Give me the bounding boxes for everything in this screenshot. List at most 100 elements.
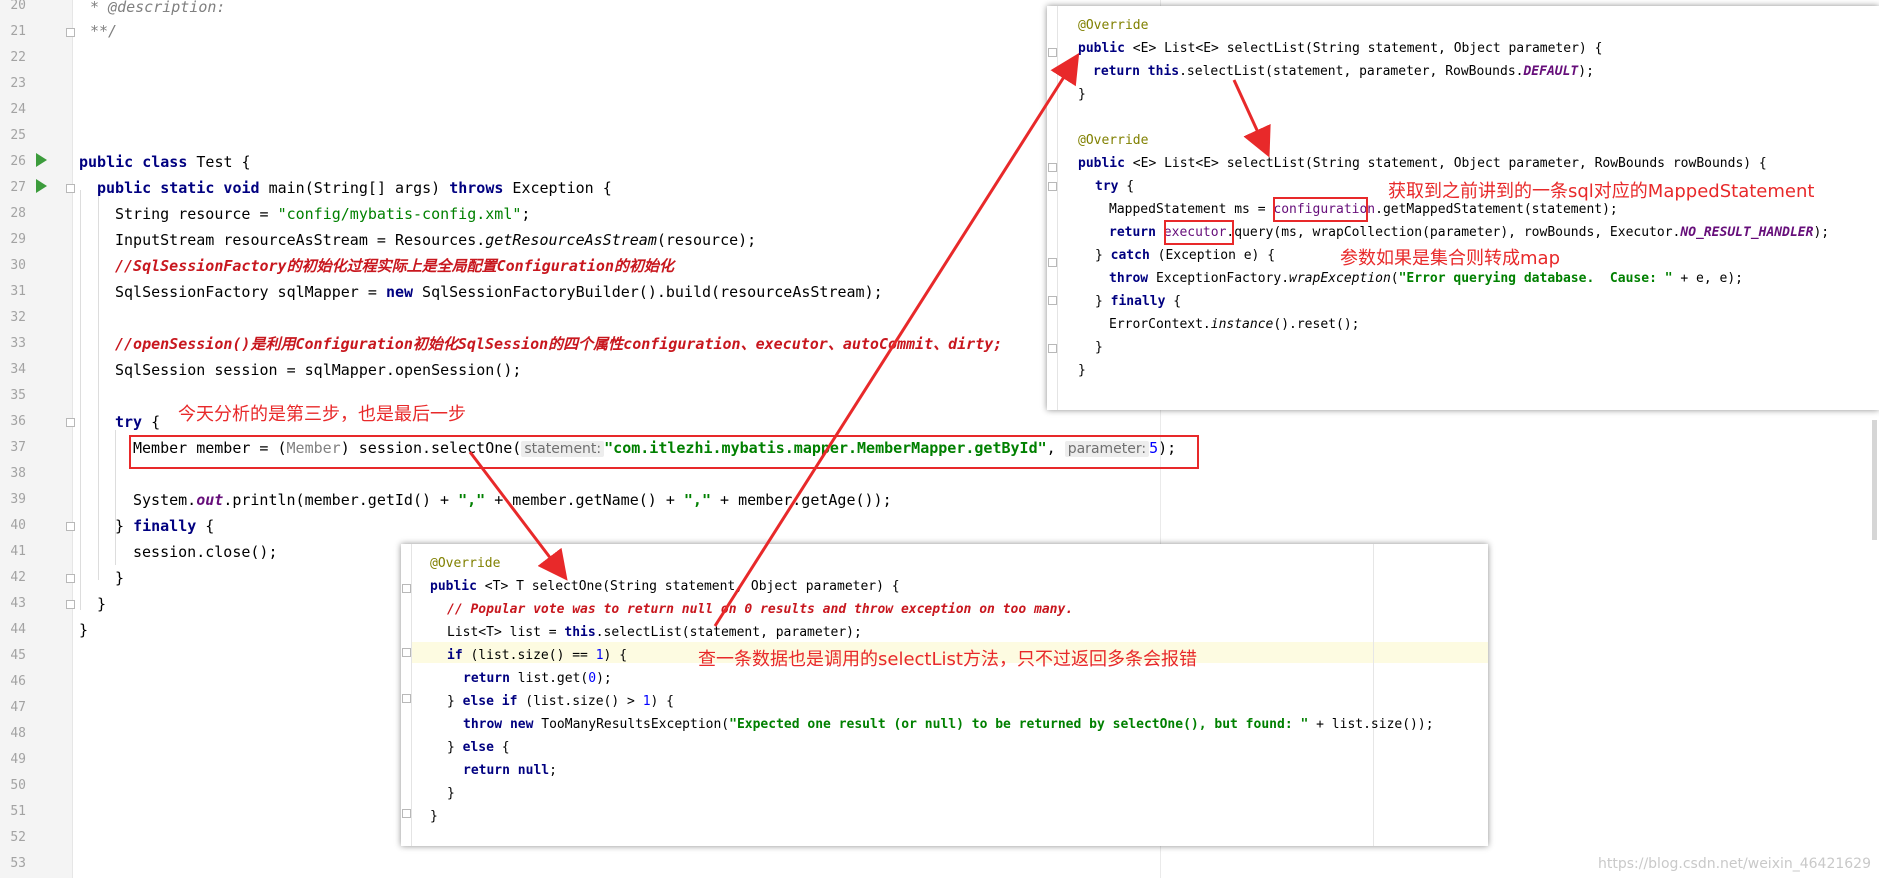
line-number: 28 xyxy=(10,206,26,221)
selectone-popup: @Override public <T> T selectOne(String … xyxy=(401,544,1488,846)
code-line: ErrorContext.instance().reset(); xyxy=(1109,317,1360,332)
line-number: 44 xyxy=(10,622,26,637)
code-line: return null; xyxy=(463,763,557,778)
code-line: } finally { xyxy=(1095,294,1182,309)
fold-icon[interactable] xyxy=(66,184,75,193)
code-line: @Override xyxy=(1078,133,1149,148)
code-line: } xyxy=(1078,87,1086,102)
code-line: //openSession()是利用Configuration初始化SqlSes… xyxy=(115,335,1003,353)
fold-icon[interactable] xyxy=(1048,182,1057,191)
fold-icon[interactable] xyxy=(1048,163,1057,172)
fold-icon[interactable] xyxy=(66,28,75,37)
code-line: } finally { xyxy=(115,517,215,535)
code-line: InputStream resourceAsStream = Resources… xyxy=(115,231,757,249)
line-number: 34 xyxy=(10,362,26,377)
line-number: 23 xyxy=(10,76,26,91)
code-line: try { xyxy=(115,413,161,431)
code-line: } xyxy=(79,621,89,639)
fold-icon[interactable] xyxy=(402,584,411,593)
collection-note: 参数如果是集合则转成map xyxy=(1340,248,1560,269)
code-line: } xyxy=(97,595,107,613)
line-number: 50 xyxy=(10,778,26,793)
code-line: // Popular vote was to return null on 0 … xyxy=(447,602,1074,617)
code-line: return this.selectList(statement, parame… xyxy=(1093,64,1594,79)
code-line: public class Test { xyxy=(79,153,251,171)
fold-icon[interactable] xyxy=(66,522,75,531)
right-margin-line xyxy=(1373,544,1374,846)
line-number: 52 xyxy=(10,830,26,845)
indent-guide xyxy=(80,190,81,610)
code-line: public <E> List<E> selectList(String sta… xyxy=(1078,156,1767,171)
code-line: try { xyxy=(1095,179,1135,194)
line-number: 39 xyxy=(10,492,26,507)
selectone-note: 查一条数据也是调用的selectList方法，只不过返回多条会报错 xyxy=(698,649,1197,670)
code-line: @Override xyxy=(1078,18,1149,33)
code-line: @Override xyxy=(430,556,501,571)
line-number: 47 xyxy=(10,700,26,715)
code-line: SqlSessionFactory sqlMapper = new SqlSes… xyxy=(115,283,883,301)
scrollbar[interactable] xyxy=(1872,420,1877,540)
code-line: * @description: xyxy=(90,0,226,16)
code-line: } else { xyxy=(447,740,510,755)
code-line: } catch (Exception e) { xyxy=(1095,248,1276,263)
code-line: public <E> List<E> selectList(String sta… xyxy=(1078,41,1603,56)
code-line: session.close(); xyxy=(133,543,278,561)
step-note: 今天分析的是第三步，也是最后一步 xyxy=(178,404,466,425)
fold-icon[interactable] xyxy=(1048,344,1057,353)
line-number: 37 xyxy=(10,440,26,455)
line-number: 36 xyxy=(10,414,26,429)
code-line: throw new TooManyResultsException("Expec… xyxy=(463,717,1434,732)
code-line: throw ExceptionFactory.wrapException("Er… xyxy=(1109,271,1743,286)
code-line: **/ xyxy=(90,22,118,40)
line-number: 35 xyxy=(10,388,26,403)
fold-icon[interactable] xyxy=(66,418,75,427)
fold-icon[interactable] xyxy=(402,648,411,657)
selectlist-popup: @Override public <E> List<E> selectList(… xyxy=(1047,6,1879,410)
watermark: https://blog.csdn.net/weixin_46421629 xyxy=(1597,856,1871,872)
line-number: 51 xyxy=(10,804,26,819)
configuration-highlight xyxy=(1273,197,1368,222)
code-line: public <T> T selectOne(String statement,… xyxy=(430,579,900,594)
line-number: 24 xyxy=(10,102,26,117)
line-number: 31 xyxy=(10,284,26,299)
line-number: 29 xyxy=(10,232,26,247)
code-line: if (list.size() == 1) { xyxy=(447,648,628,663)
line-number: 53 xyxy=(10,856,26,871)
code-line: } xyxy=(447,786,455,801)
code-line: System.out.println(member.getId() + "," … xyxy=(133,491,892,509)
run-main-icon[interactable] xyxy=(36,179,47,193)
line-number: 25 xyxy=(10,128,26,143)
line-number: 32 xyxy=(10,310,26,325)
line-number: 22 xyxy=(10,50,26,65)
line-number: 40 xyxy=(10,518,26,533)
code-line: } xyxy=(115,569,125,587)
code-line: } xyxy=(1078,363,1086,378)
code-line: } else if (list.size() > 1) { xyxy=(447,694,674,709)
line-number: 49 xyxy=(10,752,26,767)
fold-icon[interactable] xyxy=(66,574,75,583)
code-line: return list.get(0); xyxy=(463,671,612,686)
line-number: 38 xyxy=(10,466,26,481)
code-line: } xyxy=(430,809,438,824)
code-line: SqlSession session = sqlMapper.openSessi… xyxy=(115,361,522,379)
indent-guide xyxy=(115,430,116,565)
selectone-call-highlight xyxy=(129,435,1199,469)
code-line: String resource = "config/mybatis-config… xyxy=(115,205,531,223)
code-line: //SqlSessionFactory的初始化过程实际上是全局配置Configu… xyxy=(115,257,674,275)
line-number: 45 xyxy=(10,648,26,663)
line-number: 48 xyxy=(10,726,26,741)
fold-icon[interactable] xyxy=(66,600,75,609)
mapped-statement-note: 获取到之前讲到的一条sql对应的MappedStatement xyxy=(1388,181,1815,202)
run-class-icon[interactable] xyxy=(36,153,47,167)
code-line: } xyxy=(1095,340,1103,355)
fold-icon[interactable] xyxy=(1048,258,1057,267)
executor-highlight xyxy=(1164,220,1234,245)
line-number: 26 xyxy=(10,154,26,169)
fold-icon[interactable] xyxy=(402,694,411,703)
line-number: 42 xyxy=(10,570,26,585)
fold-icon[interactable] xyxy=(1048,296,1057,305)
fold-icon[interactable] xyxy=(1048,48,1057,57)
line-number: 43 xyxy=(10,596,26,611)
code-line: List<T> list = this.selectList(statement… xyxy=(447,625,862,640)
fold-icon[interactable] xyxy=(402,809,411,818)
